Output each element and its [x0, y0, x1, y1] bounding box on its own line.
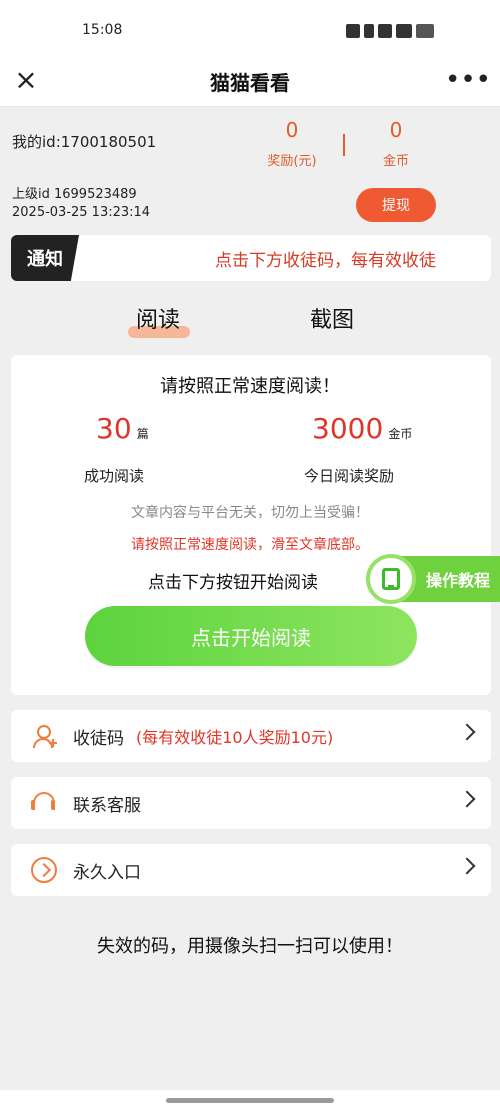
articles-label: 成功阅读 [84, 467, 145, 485]
articles-value: 30 [96, 412, 132, 445]
tutorial-button[interactable]: 操作教程 [366, 554, 500, 604]
timestamp: 2025-03-25 13:23:14 [12, 205, 151, 220]
withdraw-button[interactable]: 提现 [356, 188, 436, 222]
warning-text: 请按照正常速度阅读，滑至文章底部。 [131, 537, 369, 553]
menu-item-permanent-entry[interactable]: 永久入口 [11, 844, 491, 896]
page-title: 猫猫看看 [210, 71, 290, 95]
notice-badge: 通知 [11, 235, 79, 281]
coin-label: 金币 [382, 154, 409, 169]
disclaimer: 文章内容与平台无关，切勿上当受骗！ [131, 505, 369, 521]
start-reading-button[interactable]: 点击开始阅读 [85, 606, 417, 666]
coins-unit: 金币 [388, 427, 413, 441]
tutorial-label: 操作教程 [426, 571, 491, 590]
chevron-right-icon [458, 790, 476, 808]
tab-screenshot[interactable]: 截图 [310, 302, 354, 334]
coins-value: 3000 [312, 412, 384, 445]
reward-value: 0 [285, 118, 299, 142]
menu-item-extra: (每有效收徒10人奖励10元) [136, 728, 334, 747]
coins-label: 今日阅读奖励 [304, 467, 395, 485]
card-heading: 请按照正常速度阅读！ [160, 376, 340, 397]
coin-value: 0 [389, 118, 403, 142]
articles-unit: 篇 [136, 427, 149, 441]
notice-text: 点击下方收徒码，每有效收徒 [215, 251, 436, 271]
status-time: 15:08 [82, 22, 123, 38]
menu-item-label: 收徒码 [73, 728, 124, 749]
tab-reading[interactable]: 阅读 [136, 302, 180, 334]
parent-id: 上级id 1699523489 [12, 187, 137, 202]
menu-item-invite-code[interactable]: 收徒码 (每有效收徒10人奖励10元) [11, 710, 491, 762]
status-icons [346, 20, 466, 42]
stats-divider [343, 134, 345, 156]
enter-icon [31, 857, 57, 883]
menu-item-label: 永久入口 [73, 862, 141, 883]
menu-item-label: 联系客服 [73, 795, 141, 816]
book-icon [382, 568, 400, 590]
articles-metric: 30 篇 [96, 412, 149, 445]
notice-bar: 通知 点击下方收徒码，每有效收徒 [11, 235, 491, 281]
reward-label: 奖励(元) [267, 154, 317, 169]
person-add-icon [31, 723, 57, 749]
tutorial-icon-wrap [366, 554, 416, 604]
chevron-right-icon [458, 723, 476, 741]
chevron-right-icon [458, 857, 476, 875]
home-indicator[interactable] [166, 1098, 334, 1103]
coins-metric: 3000 金币 [312, 412, 412, 445]
menu-item-customer-service[interactable]: 联系客服 [11, 777, 491, 829]
footer-note: 失效的码，用摄像头扫一扫可以使用！ [97, 936, 403, 957]
instruction-text: 点击下方按钮开始阅读 [148, 573, 318, 593]
more-options-icon[interactable]: ••• [445, 66, 491, 94]
my-id: 我的id:1700180501 [12, 133, 157, 151]
headset-icon [31, 790, 57, 816]
